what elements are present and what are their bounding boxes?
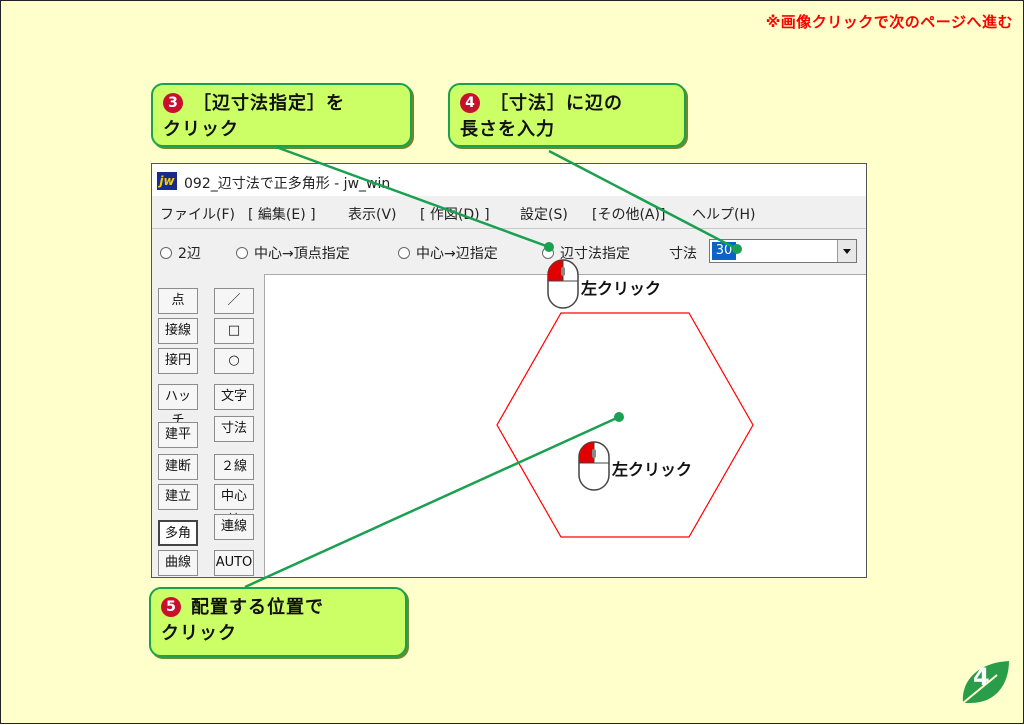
left-click-label: 左クリック	[612, 460, 693, 479]
callout-text: ［辺寸法指定］を	[193, 93, 345, 114]
option-center-side[interactable]: 中心→辺指定	[398, 243, 498, 263]
mouse-left-click-icon	[547, 259, 579, 309]
page-number: 4	[973, 663, 990, 691]
tool-double-line[interactable]: ２線	[214, 454, 254, 480]
window-title: 092_辺寸法で正多角形 - jw_win	[184, 176, 391, 192]
callout-step-5-line2: クリック	[161, 623, 237, 645]
radio-icon	[160, 247, 172, 259]
step-number-badge: 4	[460, 93, 480, 113]
title-bar[interactable]: jw 092_辺寸法で正多角形 - jw_win	[152, 164, 866, 196]
tool-hatch[interactable]: ハッチ	[158, 384, 198, 428]
tutorial-page[interactable]: ※画像クリックで次のページへ進む 3 ［辺寸法指定］を クリック 4 ［寸法］に辺の…	[0, 0, 1024, 724]
menu-file[interactable]: ファイル(F)	[160, 204, 235, 224]
option-label: 2辺	[178, 246, 201, 262]
polygon-options-bar: 2辺 中心→頂点指定 中心→辺指定 辺寸法指定 寸法 30	[152, 228, 866, 269]
dropdown-arrow-icon[interactable]	[837, 240, 856, 262]
tool-plan[interactable]: 建平	[158, 422, 198, 448]
tool-curve[interactable]: 曲線	[158, 550, 198, 576]
tool-text[interactable]: 文字	[214, 384, 254, 410]
callout-step-3-line2: クリック	[163, 119, 239, 141]
callout-step-4: 4 ［寸法］に辺の 長さを入力	[448, 83, 686, 147]
tool-center-line[interactable]: 中心線	[214, 484, 254, 528]
tool-auto[interactable]: AUTO	[214, 550, 254, 576]
tool-elevation[interactable]: 建立	[158, 484, 198, 510]
callout-step-3: 3 ［辺寸法指定］を クリック	[151, 83, 412, 147]
dimension-value[interactable]: 30	[712, 242, 736, 260]
left-click-label: 左クリック	[581, 279, 662, 298]
option-center-vertex[interactable]: 中心→頂点指定	[236, 243, 350, 263]
callout-step-3-line1: 3 ［辺寸法指定］を	[163, 91, 400, 117]
tool-rectangle[interactable]: □	[214, 318, 254, 344]
menu-help[interactable]: ヘルプ(H)	[692, 204, 755, 224]
menu-other[interactable]: [その他(A)]	[592, 204, 665, 224]
jw-win-window: jw 092_辺寸法で正多角形 - jw_win ファイル(F) [ 編集(E)…	[151, 163, 867, 578]
tool-line[interactable]: ／	[214, 288, 254, 314]
tool-point[interactable]: 点	[158, 288, 198, 314]
tool-circle[interactable]: ○	[214, 348, 254, 374]
radio-icon	[398, 247, 410, 259]
tool-palette: 点 接線 接円 ハッチ 建平 建断 建立 多角形 曲線 ／ □ ○ 文字 寸法 …	[152, 274, 262, 577]
tool-dimension[interactable]: 寸法	[214, 416, 254, 442]
tool-tangent-circle[interactable]: 接円	[158, 348, 198, 374]
callout-text: 配置する位置で	[191, 597, 324, 618]
menu-bar: ファイル(F) [ 編集(E) ] 表示(V) [ 作図(D) ] 設定(S) …	[152, 200, 866, 224]
step-number-badge: 3	[163, 93, 183, 113]
menu-view[interactable]: 表示(V)	[348, 204, 397, 224]
callout-step-4-line2: 長さを入力	[460, 119, 555, 141]
tool-polygon[interactable]: 多角形	[158, 520, 198, 565]
callout-step-5: 5 配置する位置で クリック	[149, 587, 407, 657]
radio-icon	[236, 247, 248, 259]
drawing-canvas[interactable]	[264, 274, 866, 577]
step-number-badge: 5	[161, 597, 181, 617]
tool-tangent-line[interactable]: 接線	[158, 318, 198, 344]
menu-edit[interactable]: [ 編集(E) ]	[248, 204, 316, 224]
radio-icon	[542, 247, 554, 259]
option-two-sides[interactable]: 2辺	[160, 243, 201, 263]
callout-text: ［寸法］に辺の	[490, 93, 623, 114]
next-page-note[interactable]: ※画像クリックで次のページへ進む	[766, 11, 1013, 32]
jw-app-logo: jw	[157, 172, 177, 190]
menu-settings[interactable]: 設定(S)	[520, 204, 568, 224]
option-label: 中心→頂点指定	[254, 246, 350, 262]
callout-step-4-line1: 4 ［寸法］に辺の	[460, 91, 674, 117]
menu-draw[interactable]: [ 作図(D) ]	[420, 204, 490, 224]
option-label: 中心→辺指定	[416, 246, 498, 262]
tool-section[interactable]: 建断	[158, 454, 198, 480]
mouse-left-click-icon	[578, 441, 610, 491]
tool-connect-line[interactable]: 連線	[214, 514, 254, 540]
callout-step-5-line1: 5 配置する位置で	[161, 595, 395, 621]
dimension-label: 寸法	[669, 246, 697, 262]
dimension-combobox[interactable]: 30	[709, 239, 857, 263]
